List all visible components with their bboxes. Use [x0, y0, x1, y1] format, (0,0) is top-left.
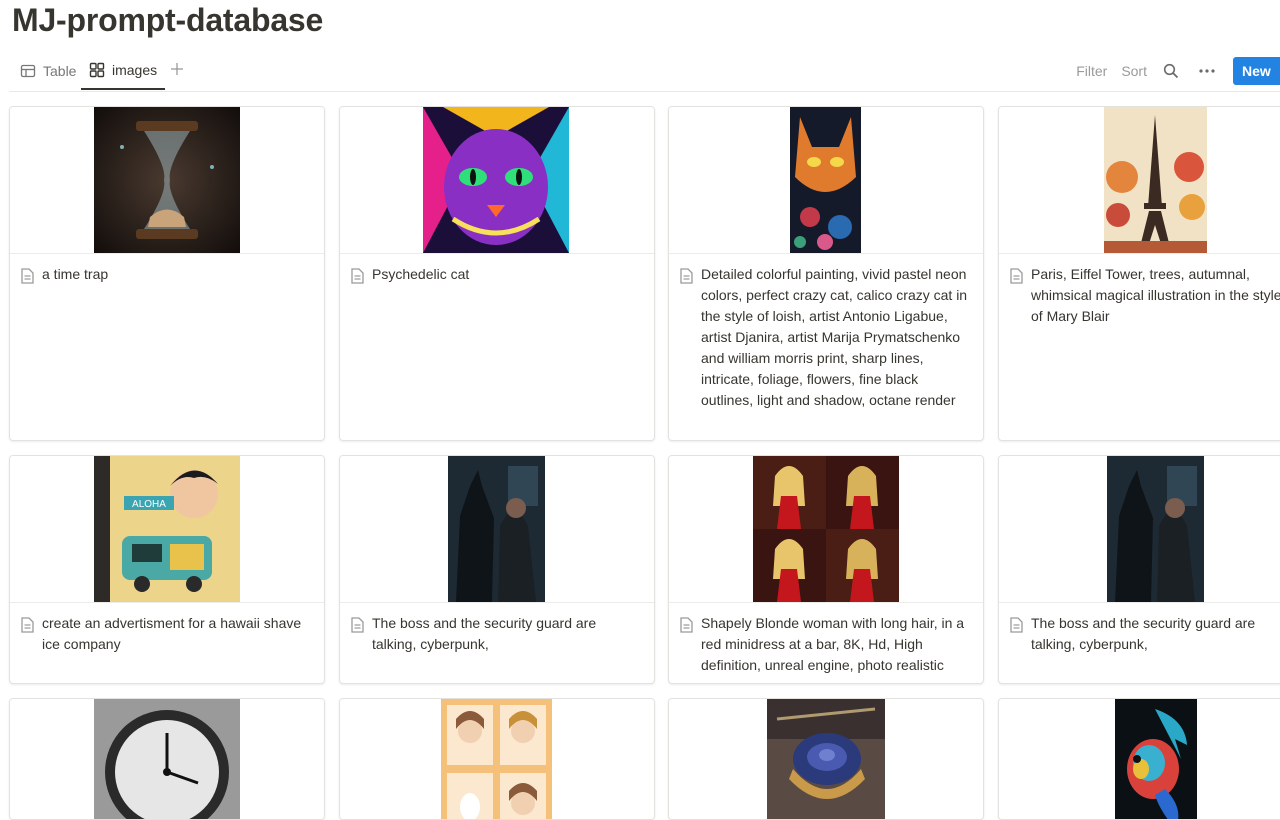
page-icon — [21, 268, 34, 284]
card-caption: create an advertisment for a hawaii shav… — [10, 603, 324, 655]
card-caption: Paris, Eiffel Tower, trees, autumnal, wh… — [999, 254, 1280, 327]
gallery-card[interactable]: Shapely Blonde woman with long hair, in … — [668, 455, 984, 684]
page-icon — [680, 617, 693, 633]
card-cover — [999, 699, 1280, 819]
card-image — [1107, 456, 1204, 602]
view-toolbar: Table images Filter Sort New — [9, 52, 1280, 92]
card-caption: Psychedelic cat — [340, 254, 654, 285]
card-image — [1104, 107, 1207, 253]
gallery-card[interactable]: a time trap — [9, 106, 325, 441]
new-button[interactable]: New — [1233, 57, 1280, 85]
page-icon — [351, 268, 364, 284]
svg-text:ALOHA: ALOHA — [132, 499, 166, 510]
card-image — [441, 699, 552, 819]
card-title: Psychedelic cat — [372, 266, 470, 282]
card-title: create an advertisment for a hawaii shav… — [42, 615, 302, 652]
search-icon[interactable] — [1161, 61, 1181, 81]
card-caption: Detailed colorful painting, vivid pastel… — [669, 254, 983, 411]
card-cover — [669, 699, 983, 819]
page-icon — [1010, 617, 1023, 633]
page-icon — [351, 617, 364, 633]
more-icon[interactable] — [1197, 61, 1217, 81]
card-cover — [669, 456, 983, 603]
gallery-card[interactable] — [668, 698, 984, 820]
card-image — [1115, 699, 1197, 819]
card-caption: The boss and the security guard are talk… — [340, 603, 654, 655]
gallery-card[interactable] — [998, 698, 1280, 820]
card-image — [767, 699, 885, 819]
card-cover — [999, 107, 1280, 254]
card-image — [94, 699, 240, 819]
card-caption: Shapely Blonde woman with long hair, in … — [669, 603, 983, 676]
tab-table[interactable]: Table — [18, 52, 78, 90]
plus-icon[interactable] — [169, 61, 187, 79]
table-icon — [20, 63, 36, 79]
card-cover — [999, 456, 1280, 603]
card-caption: a time trap — [10, 254, 324, 285]
gallery-card[interactable]: Psychedelic cat — [339, 106, 655, 441]
card-title: Shapely Blonde woman with long hair, in … — [701, 615, 965, 673]
card-image — [753, 456, 899, 602]
card-image — [94, 107, 240, 253]
card-cover — [669, 107, 983, 254]
card-image — [423, 107, 569, 253]
gallery-card[interactable]: Paris, Eiffel Tower, trees, autumnal, wh… — [998, 106, 1280, 441]
gallery-card[interactable] — [9, 698, 325, 820]
card-title: a time trap — [42, 266, 109, 282]
card-title: Detailed colorful painting, vivid pastel… — [701, 266, 968, 408]
card-image — [448, 456, 545, 602]
gallery-card[interactable] — [339, 698, 655, 820]
sort-button[interactable]: Sort — [1121, 63, 1147, 79]
tab-gallery-label: images — [112, 62, 158, 78]
gallery-card[interactable]: The boss and the security guard are talk… — [998, 455, 1280, 684]
gallery-card[interactable]: ALOHA create an advertisment for a hawai… — [9, 455, 325, 684]
card-cover: ALOHA — [10, 456, 324, 603]
gallery-card[interactable]: The boss and the security guard are talk… — [339, 455, 655, 684]
gallery-icon — [89, 62, 105, 78]
filter-button[interactable]: Filter — [1076, 63, 1107, 79]
page-icon — [1010, 268, 1023, 284]
card-title: The boss and the security guard are talk… — [372, 615, 597, 652]
card-title: Paris, Eiffel Tower, trees, autumnal, wh… — [1031, 266, 1280, 324]
page-title: MJ-prompt-database — [12, 2, 324, 38]
card-cover — [340, 107, 654, 254]
card-cover — [10, 699, 324, 819]
card-image: ALOHA — [94, 456, 240, 602]
card-cover — [10, 107, 324, 254]
tab-gallery[interactable]: images — [81, 52, 166, 90]
view-actions: Filter Sort New — [1076, 52, 1280, 90]
tab-table-label: Table — [43, 63, 77, 79]
card-cover — [340, 456, 654, 603]
page-icon — [680, 268, 693, 284]
card-caption: The boss and the security guard are talk… — [999, 603, 1280, 655]
card-cover — [340, 699, 654, 819]
gallery-card[interactable]: Detailed colorful painting, vivid pastel… — [668, 106, 984, 441]
page-icon — [21, 617, 34, 633]
card-title: The boss and the security guard are talk… — [1031, 615, 1256, 652]
card-image — [790, 107, 861, 253]
